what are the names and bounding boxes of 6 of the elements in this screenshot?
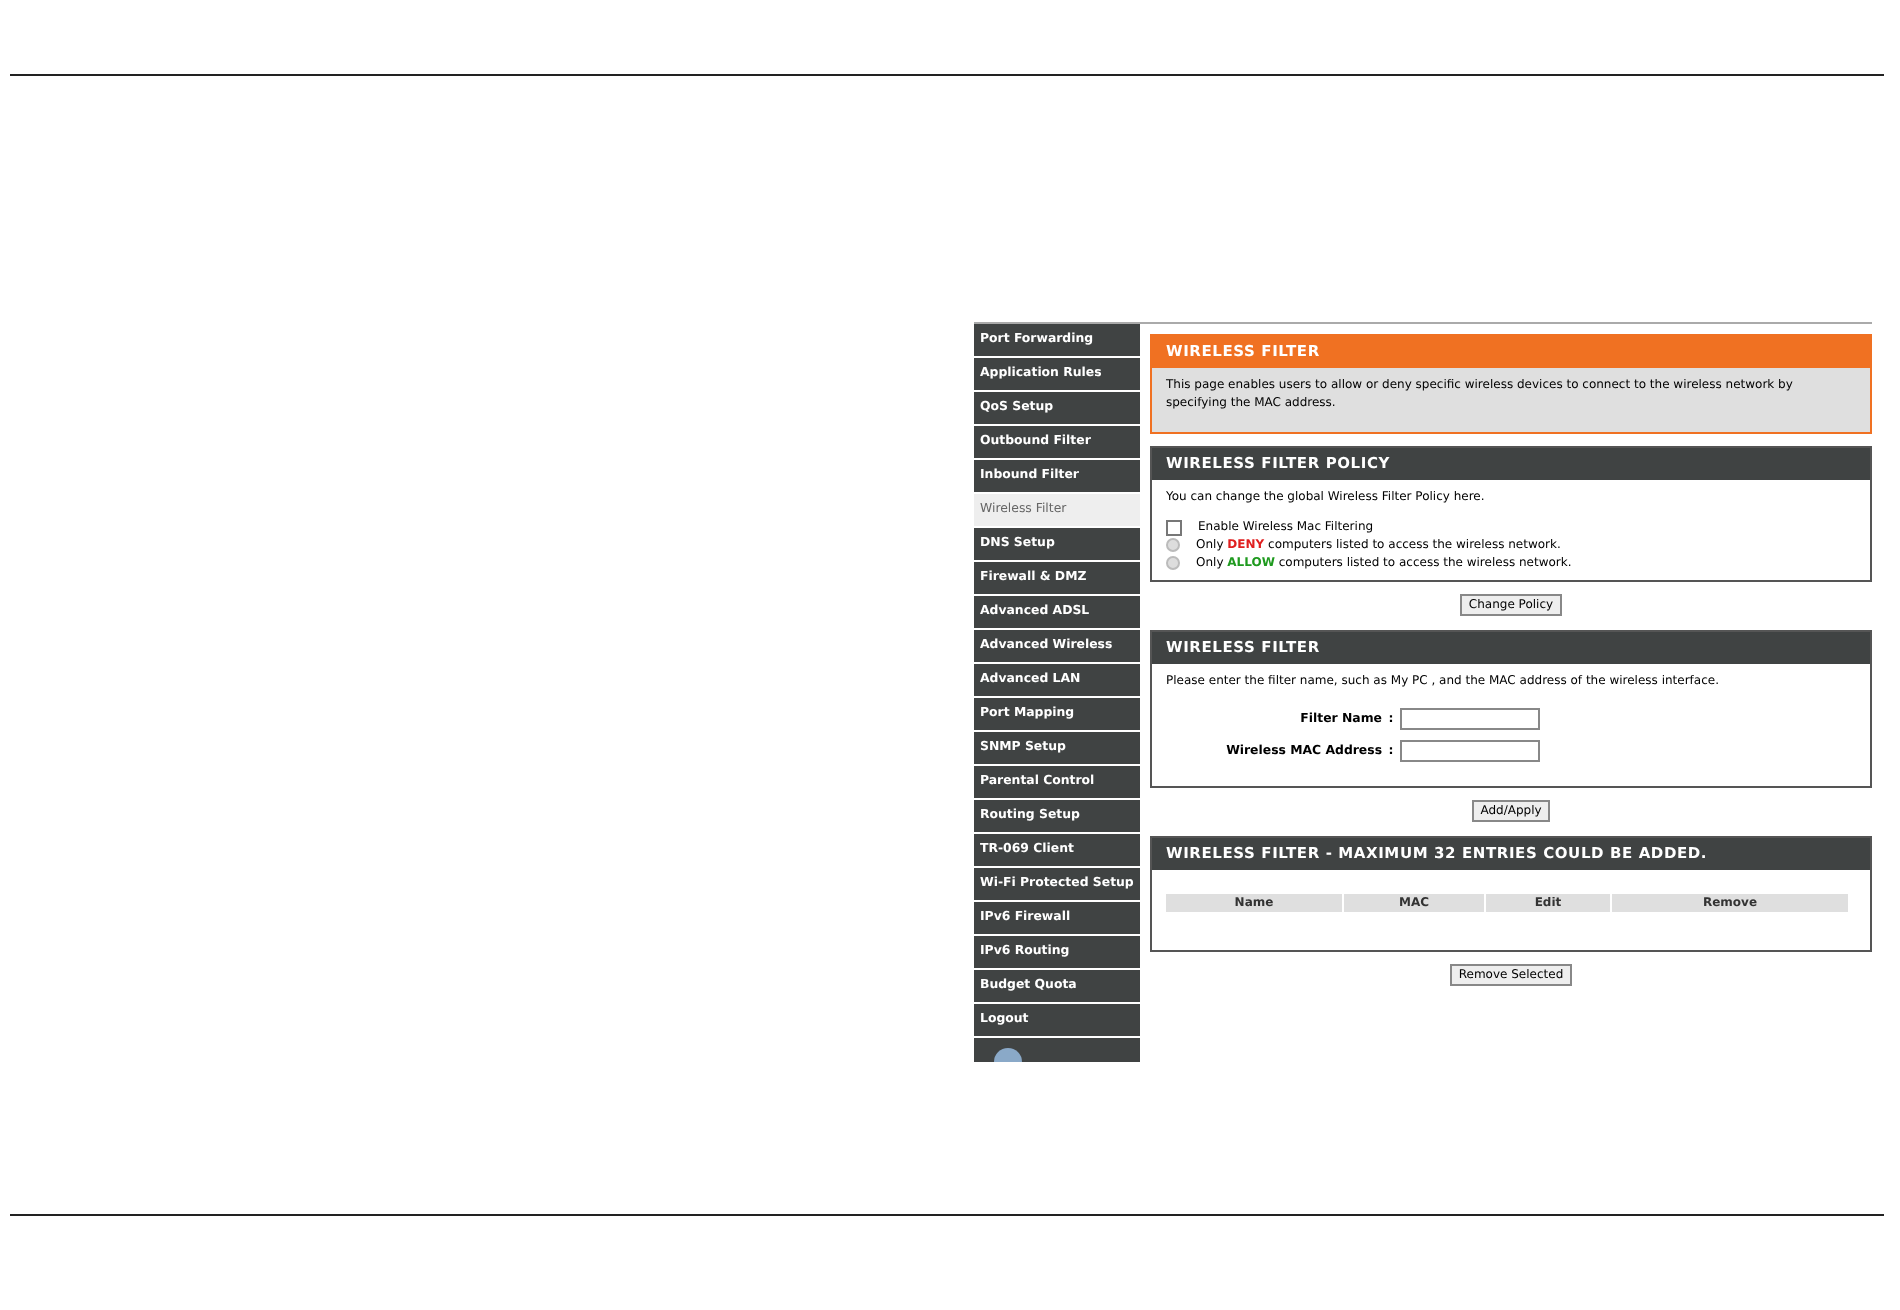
checkbox[interactable] bbox=[1166, 519, 1182, 535]
logo-icon bbox=[994, 1046, 1022, 1062]
radio-button[interactable] bbox=[1166, 556, 1180, 570]
input-field[interactable] bbox=[1400, 707, 1540, 729]
input-field[interactable] bbox=[1400, 739, 1540, 761]
radio-button[interactable] bbox=[1166, 538, 1180, 552]
